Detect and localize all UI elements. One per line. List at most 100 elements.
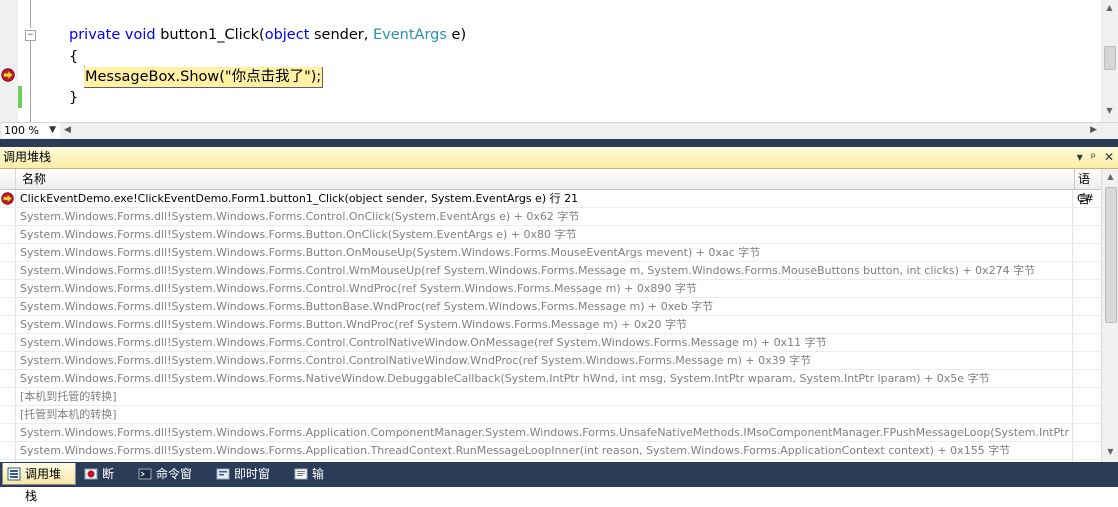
column-header-name[interactable]: 名称	[22, 169, 46, 189]
window-splitter[interactable]	[0, 139, 1118, 147]
row-gutter	[0, 388, 16, 405]
close-icon[interactable]: ✕	[1104, 150, 1114, 164]
call-stack-row[interactable]: System.Windows.Forms.dll!System.Windows.…	[0, 370, 1101, 388]
call-stack-row[interactable]: System.Windows.Forms.dll!System.Windows.…	[0, 352, 1101, 370]
frame-language	[1072, 226, 1101, 243]
window-menu-icon[interactable]: ▾	[1077, 150, 1083, 164]
scroll-left-icon[interactable]: ◀	[64, 123, 71, 138]
scroll-down-icon[interactable]: ▼	[1101, 106, 1118, 115]
frame-name: System.Windows.Forms.dll!System.Windows.…	[20, 282, 697, 295]
tab-label: 调用堆栈	[25, 467, 62, 503]
row-gutter	[0, 352, 16, 369]
frame-name: System.Windows.Forms.dll!System.Windows.…	[20, 228, 577, 241]
tab-label: 命令窗口	[156, 467, 193, 503]
tab-immediate-window[interactable]: 即时窗口	[212, 463, 286, 503]
scroll-down-icon[interactable]: ▼	[1102, 447, 1118, 456]
call-stack-row[interactable]: [本机到托管的转换]	[0, 388, 1101, 406]
frame-name: System.Windows.Forms.dll!System.Windows.…	[20, 318, 687, 331]
scroll-up-icon[interactable]: ▲	[1101, 3, 1118, 12]
call-stack-row[interactable]: System.Windows.Forms.dll!System.Windows.…	[0, 280, 1101, 298]
statement-part: MessageBox.	[85, 69, 181, 85]
zoom-level: 100 %	[4, 124, 39, 137]
row-gutter	[0, 244, 16, 261]
keyword: void	[124, 27, 156, 43]
zoom-combobox[interactable]: 100 % ▼	[2, 123, 60, 138]
call-stack-row[interactable]: ClickEventDemo.exe!ClickEventDemo.Form1.…	[0, 190, 1101, 208]
scroll-up-icon[interactable]: ▲	[1102, 172, 1118, 181]
scrollbar-thumb[interactable]	[1104, 46, 1116, 70]
frame-language	[1072, 280, 1101, 297]
frame-language: C#	[1072, 190, 1101, 207]
frame-name: System.Windows.Forms.dll!System.Windows.…	[20, 372, 990, 385]
tab-label: 输出	[312, 467, 325, 503]
row-gutter	[0, 280, 16, 297]
call-stack-row[interactable]: System.Windows.Forms.dll!System.Windows.…	[0, 226, 1101, 244]
frame-language	[1072, 262, 1101, 279]
code-line-open-brace[interactable]: {	[69, 47, 78, 67]
call-stack-grid[interactable]: 名称 语言 ClickEventDemo.exe!ClickEventDemo.…	[0, 169, 1118, 462]
frame-language	[1072, 208, 1101, 225]
frame-language	[1072, 370, 1101, 387]
method-name: button1_Click(	[160, 27, 265, 43]
call-stack-row[interactable]: System.Windows.Forms.dll!System.Windows.…	[0, 316, 1101, 334]
breakpoint-current-statement-icon[interactable]	[1, 68, 15, 82]
editor-vertical-scrollbar[interactable]: ▲ ▼	[1101, 0, 1118, 122]
tab-command-window[interactable]: 命令窗口	[134, 463, 208, 503]
gutter-header	[0, 169, 16, 189]
tab-label: 即时窗口	[234, 467, 271, 503]
code-line-method-signature[interactable]: private void button1_Click(object sender…	[69, 25, 466, 45]
call-stack-vertical-scrollbar[interactable]: ▲ ▼	[1101, 169, 1118, 462]
current-frame-icon	[1, 192, 14, 205]
frame-name: System.Windows.Forms.dll!System.Windows.…	[20, 444, 1011, 457]
call-stack-row[interactable]: System.Windows.Forms.dll!System.Windows.…	[0, 442, 1101, 460]
frame-name: [本机到托管的转换]	[20, 390, 117, 403]
parameter: sender,	[314, 27, 369, 43]
call-stack-row[interactable]: System.Windows.Forms.dll!System.Windows.…	[0, 334, 1101, 352]
call-stack-row[interactable]: System.Windows.Forms.dll!System.Windows.…	[0, 208, 1101, 226]
code-editor[interactable]: − private void button1_Click(object send…	[0, 0, 1118, 122]
call-stack-row[interactable]: System.Windows.Forms.dll!System.Windows.…	[0, 298, 1101, 316]
tab-output[interactable]: 输出	[290, 463, 340, 503]
frame-name: System.Windows.Forms.dll!System.Windows.…	[20, 210, 580, 223]
call-stack-rows: ClickEventDemo.exe!ClickEventDemo.Form1.…	[0, 190, 1101, 462]
frame-language	[1072, 424, 1101, 441]
tab-breakpoint[interactable]: 断点	[80, 463, 130, 503]
column-header-language[interactable]: 语言	[1074, 169, 1101, 206]
change-tracking-bar	[18, 86, 22, 108]
frame-name: System.Windows.Forms.dll!System.Windows.…	[20, 246, 761, 259]
tab-call-stack[interactable]: 调用堆栈	[2, 463, 76, 503]
frame-name: System.Windows.Forms.dll!System.Windows.…	[20, 300, 714, 313]
frame-name: ClickEventDemo.exe!ClickEventDemo.Form1.…	[20, 192, 579, 205]
code-line-close-brace[interactable]: }	[69, 88, 78, 108]
frame-language	[1072, 298, 1101, 315]
row-gutter	[0, 442, 16, 459]
row-gutter	[0, 406, 16, 423]
call-stack-window-header: 调用堆栈 ▾ ᵖ ✕	[0, 147, 1118, 169]
frame-language	[1072, 316, 1101, 333]
tool-window-tabs: 调用堆栈 断点 命令窗口 即时窗口 输出	[0, 462, 1118, 503]
chevron-down-icon[interactable]: ▼	[49, 123, 56, 138]
call-stack-row[interactable]: [托管到本机的转换]	[0, 406, 1101, 424]
command-window-icon	[138, 468, 152, 480]
call-stack-icon	[7, 467, 21, 481]
frame-name: System.Windows.Forms.dll!System.Windows.…	[20, 354, 812, 367]
call-stack-row[interactable]: System.Windows.Forms.dll!System.Windows.…	[0, 244, 1101, 262]
frame-language	[1072, 388, 1101, 405]
immediate-window-icon	[216, 468, 230, 480]
row-gutter	[0, 316, 16, 333]
scroll-right-icon[interactable]: ▶	[1090, 123, 1097, 138]
tool-window-title: 调用堆栈	[3, 150, 52, 164]
call-stack-row[interactable]: System.Windows.Forms.dll!System.Windows.…	[0, 424, 1101, 442]
collapse-toggle[interactable]: −	[25, 30, 36, 41]
grid-header: 名称 语言	[0, 169, 1101, 206]
call-stack-row[interactable]: System.Windows.Forms.dll!System.Windows.…	[0, 262, 1101, 280]
row-gutter	[0, 334, 16, 351]
row-gutter	[0, 298, 16, 315]
pin-icon[interactable]: ᵖ	[1091, 150, 1096, 164]
editor-horizontal-bar: 100 % ▼ ◀ ▶	[0, 122, 1118, 139]
scrollbar-thumb[interactable]	[1105, 187, 1117, 323]
row-gutter	[0, 424, 16, 441]
indicator-margin[interactable]	[0, 0, 18, 122]
outline-line	[30, 41, 31, 122]
current-statement-highlight[interactable]: MessageBox.Show("你点击我了");	[84, 67, 324, 88]
